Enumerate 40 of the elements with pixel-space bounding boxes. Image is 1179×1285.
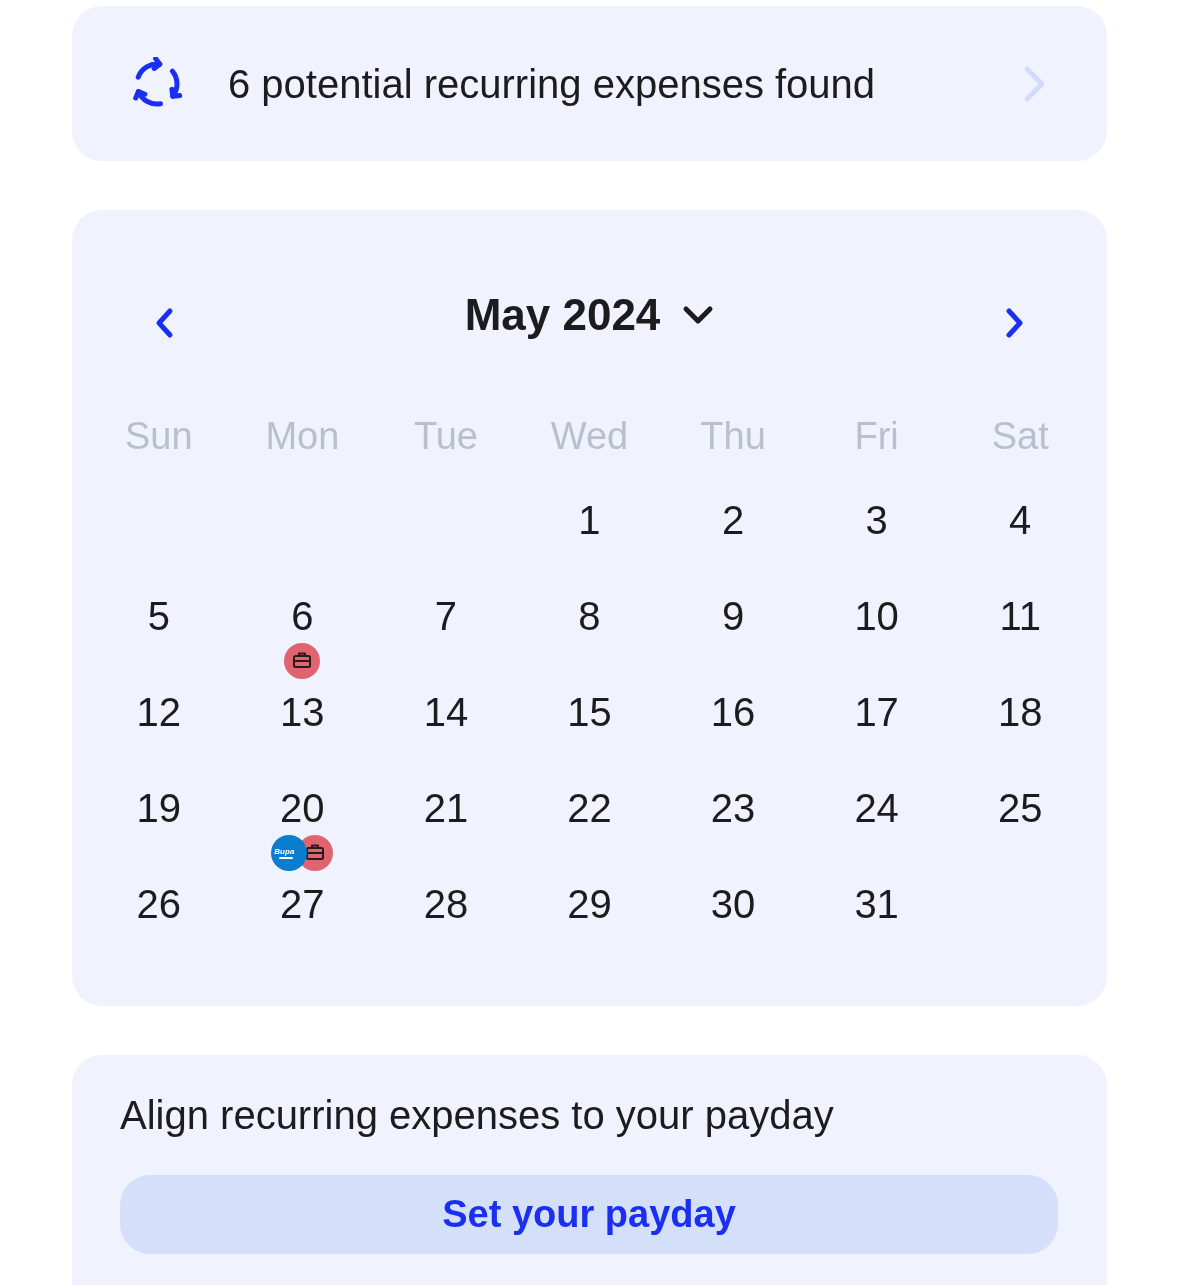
calendar-day[interactable]: 31 — [854, 879, 899, 929]
calendar-day[interactable]: 10 — [854, 591, 899, 641]
calendar-day[interactable]: 3 — [865, 495, 888, 545]
month-selector[interactable]: May 2024 — [464, 290, 715, 340]
calendar-day[interactable]: 16 — [710, 687, 756, 737]
calendar-day[interactable]: 18 — [997, 687, 1043, 737]
recurring-expenses-banner[interactable]: 6 potential recurring expenses found — [72, 6, 1107, 161]
calendar-day[interactable]: 13 — [280, 687, 325, 737]
calendar-day[interactable]: 19 — [136, 783, 182, 833]
payday-prompt: Align recurring expenses to your payday — [120, 1092, 835, 1139]
calendar-day[interactable]: 11 — [999, 591, 1041, 641]
calendar-day[interactable]: 22 — [567, 783, 612, 833]
banner-text: 6 potential recurring expenses found — [228, 60, 877, 108]
calendar-day[interactable]: 29 — [567, 879, 612, 929]
calendar-day[interactable]: 5 — [147, 591, 170, 641]
provider-logo: Bupa — [271, 835, 308, 871]
calendar-day[interactable]: 8 — [578, 591, 601, 641]
set-payday-button[interactable]: Set your payday — [120, 1175, 1058, 1254]
calendar-day[interactable]: 7 — [434, 591, 458, 641]
calendar-day[interactable]: 15 — [567, 687, 612, 737]
calendar-day[interactable]: 26 — [136, 879, 182, 929]
calendar-day[interactable]: 14 — [423, 687, 469, 737]
calendar-day[interactable]: 28 — [423, 879, 469, 929]
calendar-day[interactable]: 4 — [1009, 495, 1032, 545]
calendar-day[interactable]: 9 — [721, 591, 745, 641]
calendar-day[interactable]: 23 — [710, 783, 756, 833]
calendar-day[interactable]: 1 — [578, 495, 601, 545]
calendar-day[interactable]: 17 — [854, 687, 899, 737]
chevron-down-icon — [682, 304, 715, 326]
calendar-day[interactable]: 20 — [280, 783, 325, 833]
chevron-right-icon — [1003, 307, 1025, 339]
calendar-day[interactable]: 6 — [291, 591, 314, 641]
calendar-day[interactable]: 21 — [423, 783, 469, 833]
calendar-day[interactable]: 27 — [280, 879, 325, 929]
chevron-right-icon — [1023, 64, 1047, 103]
calendar-day[interactable]: 24 — [854, 783, 899, 833]
calendar-day[interactable]: 2 — [721, 495, 745, 545]
calendar-day[interactable]: 30 — [710, 879, 756, 929]
calendar-day[interactable]: 25 — [997, 783, 1043, 833]
calendar-day[interactable]: 12 — [136, 687, 182, 737]
